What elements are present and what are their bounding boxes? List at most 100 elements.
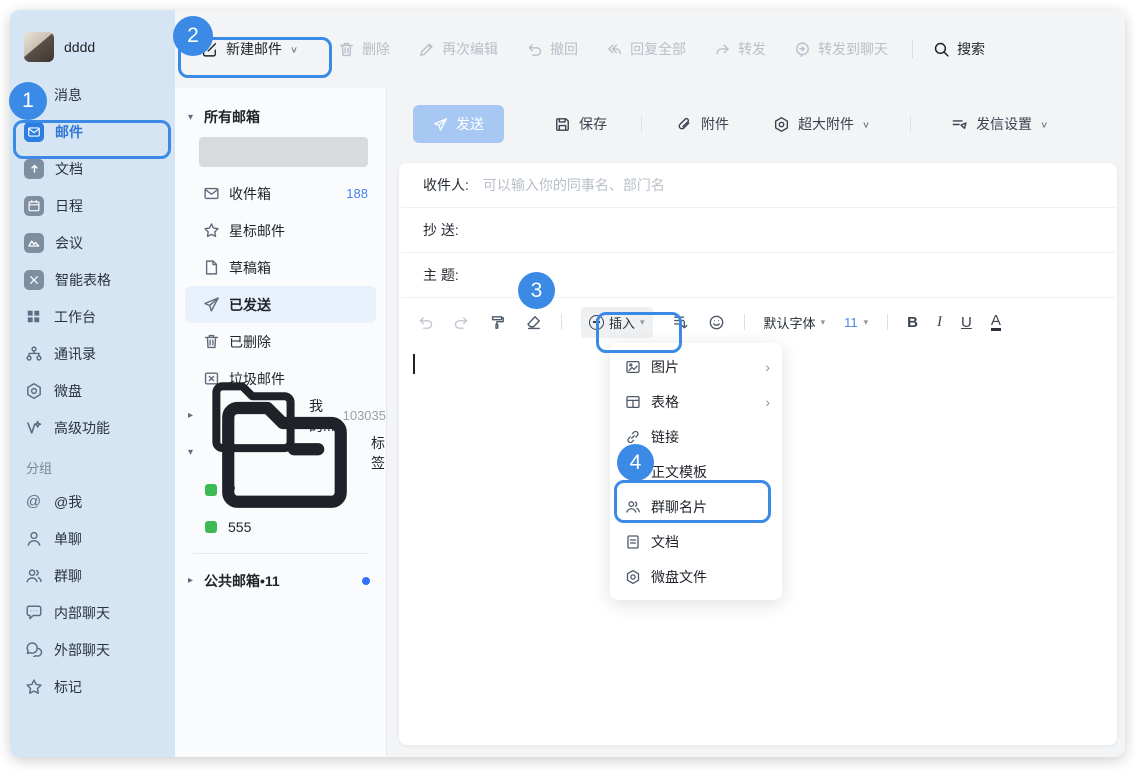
folder-sent[interactable]: 已发送 — [185, 286, 376, 323]
send-button[interactable]: 发送 — [413, 105, 504, 143]
sidebar-item-drive[interactable]: 微盘 — [10, 372, 175, 409]
forward-to-chat-button[interactable]: 转发到聊天 — [794, 39, 888, 59]
link-icon — [625, 429, 641, 445]
cc-field-row: 抄 送: — [401, 208, 1115, 253]
menu-item-document[interactable]: 文档 — [610, 524, 782, 559]
cc-input[interactable] — [471, 221, 1115, 239]
image-icon — [625, 359, 641, 375]
sidebar-item-single-chat[interactable]: 单聊 — [10, 520, 175, 557]
delete-button[interactable]: 删除 — [338, 39, 390, 59]
insert-button[interactable]: 插入 ▾ — [581, 307, 653, 338]
sidebar-item-at-me[interactable]: @ @我 — [10, 483, 175, 520]
inbox-unread-count: 188 — [346, 186, 376, 201]
triangle-down-icon: ▾ — [821, 317, 826, 328]
sidebar-item-group-chat[interactable]: 群聊 — [10, 557, 175, 594]
format-divider — [561, 314, 562, 330]
insert-template-icon[interactable] — [672, 314, 689, 331]
attachment-button[interactable]: 附件 — [676, 114, 729, 134]
menu-item-group-chat-card[interactable]: 群聊名片 — [610, 489, 782, 524]
italic-button[interactable]: I — [937, 314, 942, 331]
meeting-icon — [24, 233, 44, 253]
submenu-arrow-icon: › — [765, 394, 770, 410]
user-name: dddd — [64, 39, 95, 55]
people-icon — [24, 566, 43, 585]
document-icon — [625, 534, 641, 550]
chevron-down-icon: ∨ — [862, 119, 870, 129]
folder-drafts[interactable]: 草稿箱 — [185, 249, 376, 286]
cc-label: 抄 送: — [423, 220, 459, 240]
paper-plane-icon — [433, 117, 448, 132]
font-size-select[interactable]: 11 ▾ — [844, 315, 868, 330]
annotation-step-4: 4 — [617, 444, 654, 481]
floppy-icon — [554, 116, 571, 133]
compose-divider — [641, 116, 642, 132]
mail-toolbar: 新建邮件 ∨ 删除 再次编辑 撤回 回复全部 转发 — [175, 10, 1125, 88]
menu-item-drive-file[interactable]: 微盘文件 — [610, 559, 782, 594]
folder-starred[interactable]: 星标邮件 — [185, 212, 376, 249]
chevron-down-icon: ∨ — [1040, 119, 1048, 129]
user-profile[interactable]: dddd — [10, 24, 175, 76]
expander-right-icon: ▸ — [188, 575, 198, 586]
tag-color-swatch — [205, 521, 217, 533]
recall-button[interactable]: 撤回 — [526, 39, 578, 59]
emoji-icon[interactable] — [708, 314, 725, 331]
sidebar-item-docs[interactable]: 文档 — [10, 150, 175, 187]
large-attachment-button[interactable]: 超大附件 ∨ — [773, 114, 870, 134]
to-field-row: 收件人: — [401, 163, 1115, 208]
folder-tags[interactable]: ▾ 标签 — [175, 434, 386, 471]
format-toolbar: 插入 ▾ 默认字体 ▾ 11 ▾ — [399, 298, 1117, 346]
expander-down-icon: ▾ — [188, 447, 198, 458]
sidebar-item-advanced[interactable]: 高级功能 — [10, 409, 175, 446]
sidebar-item-contacts[interactable]: 通讯录 — [10, 335, 175, 372]
font-color-button[interactable]: A — [991, 313, 1001, 332]
sidebar-item-internal-chat[interactable]: 内部聊天 — [10, 594, 175, 631]
underline-button[interactable]: U — [961, 314, 972, 331]
avatar[interactable] — [24, 32, 54, 62]
people-icon — [625, 499, 641, 515]
undo-icon — [526, 41, 543, 58]
triangle-down-icon: ▾ — [864, 317, 869, 328]
sidebar-item-smart-table[interactable]: 智能表格 — [10, 261, 175, 298]
sidebar-item-workbench[interactable]: 工作台 — [10, 298, 175, 335]
folder-public-mailbox[interactable]: ▸ 公共邮箱•11 — [175, 562, 386, 599]
table-icon — [625, 394, 641, 410]
font-family-select[interactable]: 默认字体 ▾ — [764, 313, 826, 332]
folder-inbox[interactable]: 收件箱 188 — [185, 175, 376, 212]
undo-icon[interactable] — [417, 314, 434, 331]
account-address-redacted — [199, 137, 368, 167]
smart-table-icon — [24, 270, 44, 290]
sidebar-item-calendar[interactable]: 日程 — [10, 187, 175, 224]
trash-icon — [338, 41, 355, 58]
all-mailboxes-header[interactable]: ▾ 所有邮箱 — [175, 102, 386, 132]
sidebar-item-flagged[interactable]: 标记 — [10, 668, 175, 705]
chat-forward-icon — [794, 41, 811, 58]
inbox-icon — [203, 185, 220, 202]
subject-input[interactable] — [471, 266, 1115, 284]
to-input[interactable] — [481, 176, 1115, 194]
sidebar-item-external-chat[interactable]: 外部聊天 — [10, 631, 175, 668]
redo-icon[interactable] — [453, 314, 470, 331]
send-settings-button[interactable]: 发信设置 ∨ — [951, 114, 1048, 134]
menu-item-image[interactable]: 图片 › — [610, 349, 782, 384]
clear-format-icon[interactable] — [525, 314, 542, 331]
paper-plane-icon — [203, 296, 220, 313]
bold-button[interactable]: B — [907, 314, 918, 331]
chevron-down-icon: ∨ — [290, 44, 298, 54]
unread-dot — [362, 577, 370, 585]
save-button[interactable]: 保存 — [554, 114, 607, 134]
menu-item-table[interactable]: 表格 › — [610, 384, 782, 419]
subject-label: 主 题: — [423, 265, 459, 285]
edit-again-button[interactable]: 再次编辑 — [418, 39, 498, 59]
sidebar-item-meeting[interactable]: 会议 — [10, 224, 175, 261]
compose-toolbar: 发送 保存 附件 超大附件 ∨ — [387, 88, 1125, 160]
reply-all-button[interactable]: 回复全部 — [606, 39, 686, 59]
format-divider — [744, 314, 745, 330]
search-button[interactable]: 搜索 — [933, 39, 985, 59]
calendar-icon — [24, 196, 44, 216]
chat-bubble-icon — [24, 603, 43, 622]
star-icon — [203, 222, 220, 239]
format-painter-icon[interactable] — [489, 314, 506, 331]
tag-folder-icon — [204, 378, 365, 528]
drive-icon — [24, 381, 43, 400]
forward-button[interactable]: 转发 — [714, 39, 766, 59]
